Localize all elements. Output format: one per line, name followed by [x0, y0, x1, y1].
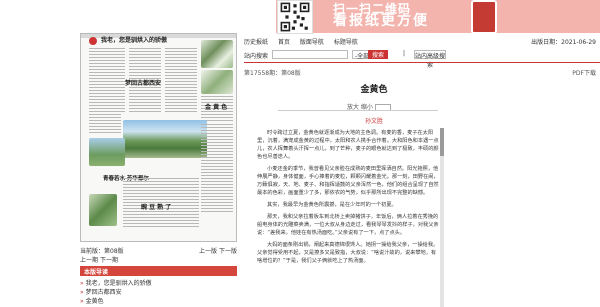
prev-issue-link[interactable]: 上一期	[80, 257, 98, 264]
page-photo	[89, 138, 125, 166]
red-divider	[244, 62, 600, 63]
next-issue-link[interactable]: 下一期	[100, 257, 118, 264]
article-scrollbar[interactable]	[440, 128, 444, 307]
guide-item-label[interactable]: 我老，您是驯烘入的骄傲	[86, 280, 152, 287]
nav-row-page: 当前版：第08版 上一版 下一版	[80, 246, 237, 255]
article-body: 时令跨过立夏，金黄色就逐渐成为大地的主色调。有麦的香，麦子在太阳里，沉着，满宠成…	[257, 129, 440, 307]
menu-page-nav[interactable]: 版面导航	[300, 39, 324, 46]
article-path: 第17558期：第08版 PDF下载	[244, 68, 600, 77]
page-headline-5[interactable]: 豌 豆 熟 了	[141, 202, 171, 211]
separator: |	[403, 50, 406, 57]
page-photo	[201, 40, 233, 68]
arrow-icon: »	[80, 289, 84, 296]
article-paragraph: 大妈的面条刚出锅，阐起来真德锦很馋人。她拐一操给我父亲，一操给我。父亲觉得受用不…	[257, 242, 439, 264]
page-photo	[201, 70, 233, 94]
search-input[interactable]	[272, 50, 348, 59]
guide-item[interactable]: » 我老，您是驯烘入的骄傲	[80, 278, 237, 287]
article-title: 金黄色	[360, 85, 388, 95]
banner-subtitle: 看报纸更方便	[333, 13, 429, 29]
article-paragraph: 其实，我最早为金黄色所震撼，是在少年时的一个初夏。	[267, 202, 397, 208]
menu-title-nav[interactable]: 标题导航	[334, 39, 358, 46]
nav-row-issue: 上一期 下一期	[80, 255, 237, 265]
article-paragraph: 那天，我和父亲拉着板车到北桥上卖掉猪饼子，年饭后，俩人拉着在秀挽的船电身体的光雕…	[257, 214, 439, 236]
menu-history[interactable]: 历史报纸	[244, 39, 268, 46]
page-tag-icon	[89, 37, 97, 45]
newspaper-page-image[interactable]: 我老，您是驯烘入的骄傲 梦回古都西安 金 黄 色 青春若水 芳华都尔 豌 豆 熟…	[80, 33, 237, 242]
article-author: 孙文胜	[364, 118, 383, 125]
title-divider	[278, 110, 438, 111]
page-navigation: 当前版：第08版 上一版 下一版 上一期 下一期	[80, 246, 237, 265]
qr-code-graphic	[280, 2, 310, 32]
publish-date: 出版日期：2021-06-29	[531, 39, 596, 46]
guide-item[interactable]: » 金黄色	[80, 296, 237, 305]
guide-list: » 我老，您是驯烘入的骄傲 » 梦回古都西安 » 金黄色	[80, 278, 237, 305]
newspaper-area-top	[0, 0, 276, 33]
issue-page-label: 第17558期：第08版	[244, 70, 301, 77]
prev-page-link[interactable]: 上一版	[199, 248, 217, 255]
top-banner: 扫一扫二维码 看报纸更方便	[0, 0, 600, 34]
guide-item[interactable]: » 梦回古都西安	[80, 287, 237, 296]
phone-icon	[471, 0, 497, 34]
arrow-icon: »	[80, 280, 84, 287]
page-photo	[89, 194, 117, 226]
current-page-label: 当前版：第08版	[80, 248, 124, 255]
guide-header: 本版导读	[80, 266, 237, 276]
pdf-download-link[interactable]: PDF下载	[572, 68, 596, 77]
scrollbar-thumb[interactable]	[440, 128, 444, 156]
search-bar: 站内搜索 -全部- 搜索 | 站内高级搜索	[244, 50, 600, 69]
page-headline-3[interactable]: 金 黄 色	[205, 102, 227, 111]
search-label: 站内搜索	[244, 53, 269, 60]
page-headline-2[interactable]: 梦回古都西安	[125, 78, 161, 87]
qr-code-icon	[277, 0, 313, 34]
menu-home[interactable]: 首页	[278, 39, 290, 46]
article-paragraph: 时令跨过立夏，金黄色就逐渐成为大地的主色调。有麦的香，麦子在太阳里，沉着，满宠成…	[257, 130, 439, 160]
top-menu: 历史报纸 首页 版面导航 标题导航 出版日期：2021-06-29	[244, 37, 600, 47]
advanced-search-button[interactable]: 站内高级搜索	[414, 50, 446, 69]
text-column	[201, 124, 233, 214]
text-column	[89, 90, 121, 134]
guide-item-label[interactable]: 梦回古都西安	[86, 289, 122, 296]
text-column	[165, 48, 197, 112]
search-button[interactable]: 搜索	[368, 50, 388, 59]
guide-item-label[interactable]: 金黄色	[86, 298, 104, 305]
next-page-link[interactable]: 下一版	[219, 248, 237, 255]
article-paragraph: 小麦还金的季节，我曾看见父亲脸在成熟的麦田里挥洒自然。阳光拖照，他伸展严静，身体…	[257, 166, 439, 196]
page-photo	[123, 120, 207, 158]
arrow-icon: »	[80, 298, 84, 305]
page-headline-1[interactable]: 我老，您是驯烘入的骄傲	[101, 35, 167, 44]
